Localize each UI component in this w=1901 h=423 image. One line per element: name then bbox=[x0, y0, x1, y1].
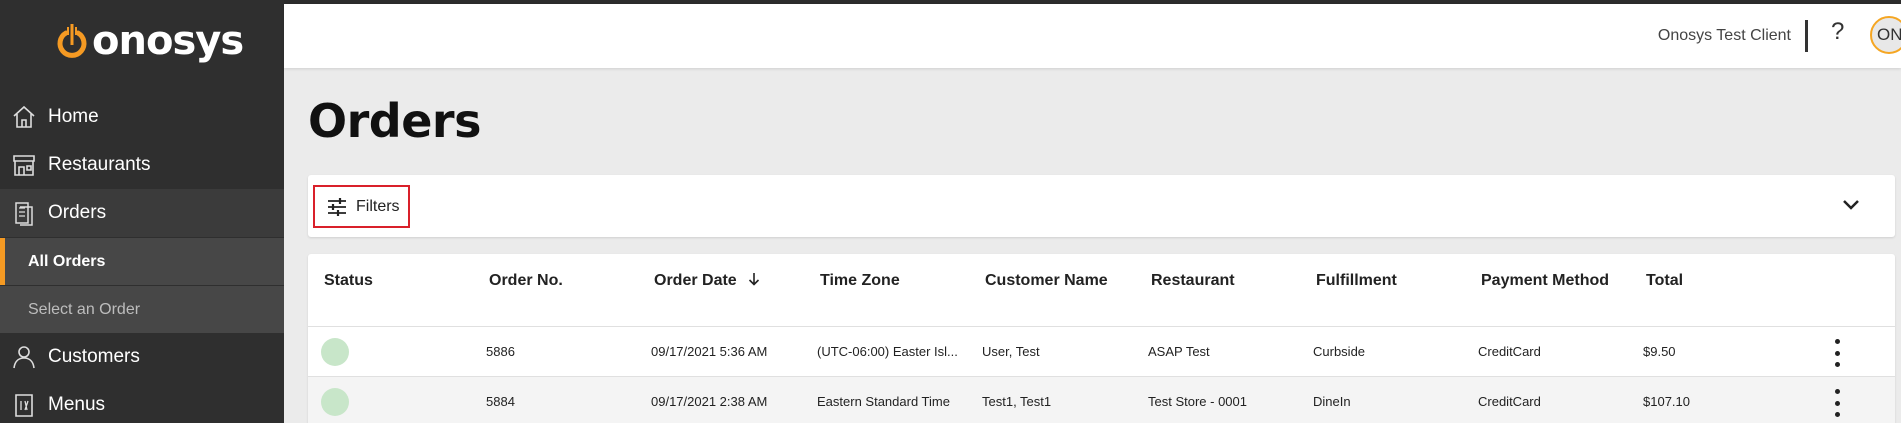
orders-table: Status Order No. Order Date Time Zone Cu… bbox=[308, 254, 1895, 423]
cell-customer-name: Test1, Test1 bbox=[982, 394, 1052, 409]
sidebar-subitem-all-orders[interactable]: All Orders bbox=[0, 238, 284, 285]
cell-customer-name: User, Test bbox=[982, 344, 1040, 359]
column-header-total[interactable]: Total bbox=[1646, 272, 1683, 290]
cell-order-date: 09/17/2021 2:38 AM bbox=[651, 394, 768, 409]
home-icon bbox=[11, 104, 37, 130]
filters-panel: Filters bbox=[308, 175, 1895, 237]
storefront-icon bbox=[11, 152, 37, 178]
sidebar-item-menus[interactable]: Menus bbox=[0, 381, 284, 423]
chevron-down-icon[interactable] bbox=[1839, 193, 1863, 217]
cell-order-date: 09/17/2021 5:36 AM bbox=[651, 344, 768, 359]
header-divider bbox=[1805, 20, 1808, 52]
avatar[interactable]: ON bbox=[1870, 16, 1901, 54]
sidebar-item-label: Menus bbox=[48, 394, 106, 415]
cell-fulfillment: Curbside bbox=[1313, 344, 1366, 359]
cell-payment-method: CreditCard bbox=[1478, 344, 1541, 359]
column-header-label: Order Date bbox=[654, 272, 737, 289]
filters-button[interactable]: Filters bbox=[313, 185, 410, 228]
column-header-time-zone[interactable]: Time Zone bbox=[820, 272, 900, 290]
cell-restaurant: ASAP Test bbox=[1148, 344, 1210, 359]
sidebar-item-label: Orders bbox=[48, 202, 107, 223]
logo[interactable]: onosys bbox=[55, 18, 244, 64]
sidebar-subitem-label: Select an Order bbox=[28, 300, 141, 318]
sidebar-item-label: Restaurants bbox=[48, 154, 151, 175]
cell-fulfillment: DineIn bbox=[1313, 394, 1351, 409]
sliders-icon bbox=[328, 197, 346, 216]
sidebar-item-restaurants[interactable]: Restaurants bbox=[0, 141, 284, 189]
cell-payment-method: CreditCard bbox=[1478, 394, 1541, 409]
status-indicator bbox=[321, 338, 349, 366]
column-header-order-no[interactable]: Order No. bbox=[489, 272, 563, 290]
sidebar-item-orders[interactable]: Orders bbox=[0, 189, 284, 237]
person-icon bbox=[11, 344, 37, 370]
cell-order-no: 5886 bbox=[486, 344, 515, 359]
sidebar: onosys Home Restaurants Orders All Order… bbox=[0, 0, 284, 423]
status-indicator bbox=[321, 388, 349, 416]
filters-label: Filters bbox=[356, 197, 400, 215]
cell-order-no: 5884 bbox=[486, 394, 515, 409]
column-header-restaurant[interactable]: Restaurant bbox=[1151, 272, 1235, 290]
sidebar-item-customers[interactable]: Customers bbox=[0, 333, 284, 381]
cell-total: $9.50 bbox=[1643, 344, 1676, 359]
arrow-down-icon bbox=[749, 273, 760, 286]
column-header-status[interactable]: Status bbox=[324, 272, 373, 290]
cell-time-zone: Eastern Standard Time bbox=[817, 394, 950, 409]
sidebar-subitem-select-order[interactable]: Select an Order bbox=[0, 286, 284, 333]
help-button[interactable]: ? bbox=[1831, 18, 1844, 46]
sidebar-item-label: Home bbox=[48, 106, 99, 127]
sidebar-subitem-label: All Orders bbox=[28, 252, 106, 270]
page-title: Orders bbox=[308, 94, 481, 148]
sidebar-item-label: Customers bbox=[48, 346, 140, 367]
menu-card-icon bbox=[11, 392, 37, 418]
table-row[interactable]: 5884 09/17/2021 2:38 AM Eastern Standard… bbox=[308, 376, 1895, 423]
table-row[interactable]: 5886 09/17/2021 5:36 AM (UTC-06:00) East… bbox=[308, 326, 1895, 376]
column-header-payment-method[interactable]: Payment Method bbox=[1481, 272, 1609, 290]
column-header-fulfillment[interactable]: Fulfillment bbox=[1316, 272, 1397, 290]
sidebar-item-home[interactable]: Home bbox=[0, 93, 284, 141]
column-header-order-date[interactable]: Order Date bbox=[654, 272, 761, 290]
cell-time-zone: (UTC-06:00) Easter Isl... bbox=[817, 344, 958, 359]
more-vert-icon[interactable] bbox=[1830, 389, 1844, 417]
cell-total: $107.10 bbox=[1643, 394, 1690, 409]
client-name[interactable]: Onosys Test Client bbox=[1658, 27, 1791, 45]
cell-restaurant: Test Store - 0001 bbox=[1148, 394, 1247, 409]
receipt-icon bbox=[11, 200, 37, 226]
power-fork-logo-icon bbox=[57, 24, 87, 58]
more-vert-icon[interactable] bbox=[1830, 339, 1844, 367]
column-header-customer-name[interactable]: Customer Name bbox=[985, 272, 1108, 290]
top-header: Onosys Test Client bbox=[284, 4, 1901, 68]
logo-text: onosys bbox=[92, 18, 244, 64]
